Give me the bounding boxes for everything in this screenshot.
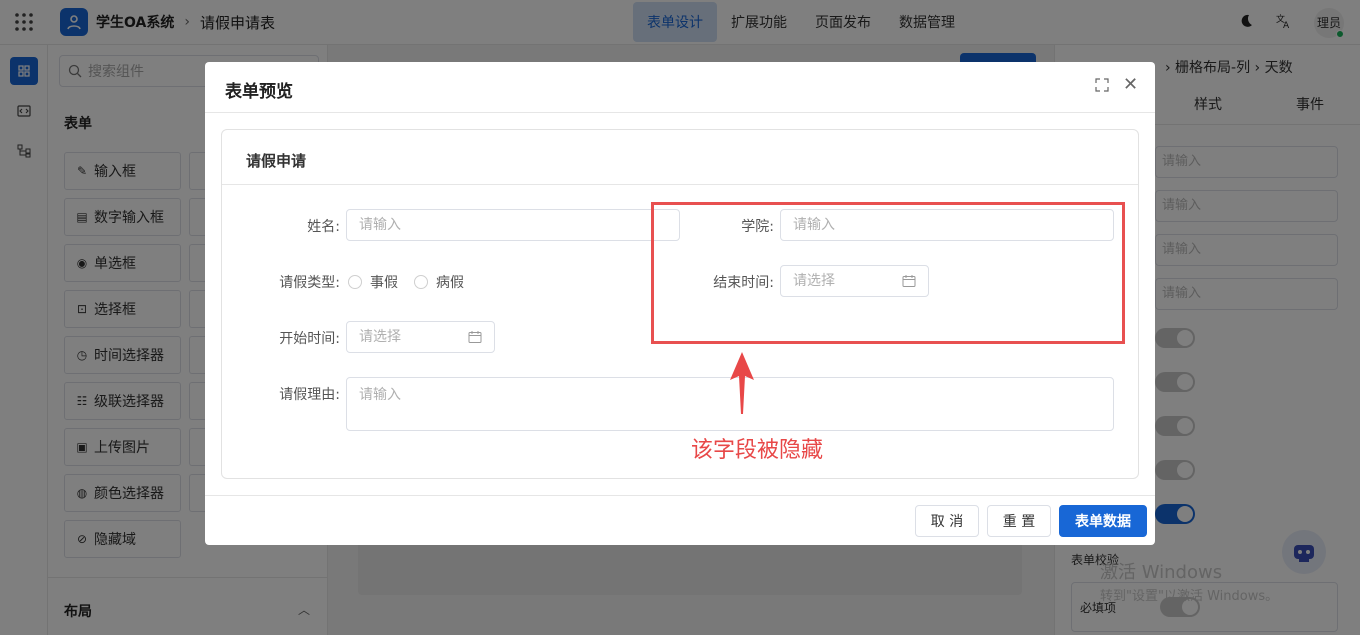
name-input[interactable]: 请输入 bbox=[346, 209, 680, 241]
form-data-button[interactable]: 表单数据 bbox=[1059, 505, 1147, 537]
leave-type-label: 请假类型: bbox=[279, 275, 340, 291]
dialog-title: 表单预览 bbox=[225, 82, 293, 102]
radio-label: 病假 bbox=[436, 275, 464, 291]
radio-personal-leave[interactable]: 事假 bbox=[348, 272, 398, 292]
divider bbox=[222, 184, 1138, 185]
hidden-field-highlight bbox=[651, 202, 1125, 344]
radio-circle bbox=[348, 275, 362, 289]
start-time-placeholder: 请选择 bbox=[359, 329, 401, 345]
reset-button[interactable]: 重 置 bbox=[987, 505, 1051, 537]
start-time-picker[interactable]: 请选择 bbox=[346, 321, 495, 353]
close-icon[interactable]: ✕ bbox=[1123, 75, 1138, 95]
form-card-title: 请假申请 bbox=[246, 152, 307, 170]
fullscreen-icon[interactable] bbox=[1095, 78, 1109, 92]
name-label: 姓名: bbox=[307, 219, 340, 235]
radio-sick-leave[interactable]: 病假 bbox=[414, 272, 464, 292]
annotation-note: 该字段被隐藏 bbox=[691, 438, 824, 463]
start-time-label: 开始时间: bbox=[279, 331, 340, 347]
divider bbox=[205, 495, 1155, 496]
reason-label: 请假理由: bbox=[279, 387, 340, 403]
arrow-up-icon bbox=[730, 352, 754, 414]
divider bbox=[205, 112, 1155, 113]
radio-label: 事假 bbox=[370, 275, 398, 291]
cancel-button[interactable]: 取 消 bbox=[915, 505, 979, 537]
calendar-icon bbox=[468, 331, 482, 343]
radio-circle bbox=[414, 275, 428, 289]
